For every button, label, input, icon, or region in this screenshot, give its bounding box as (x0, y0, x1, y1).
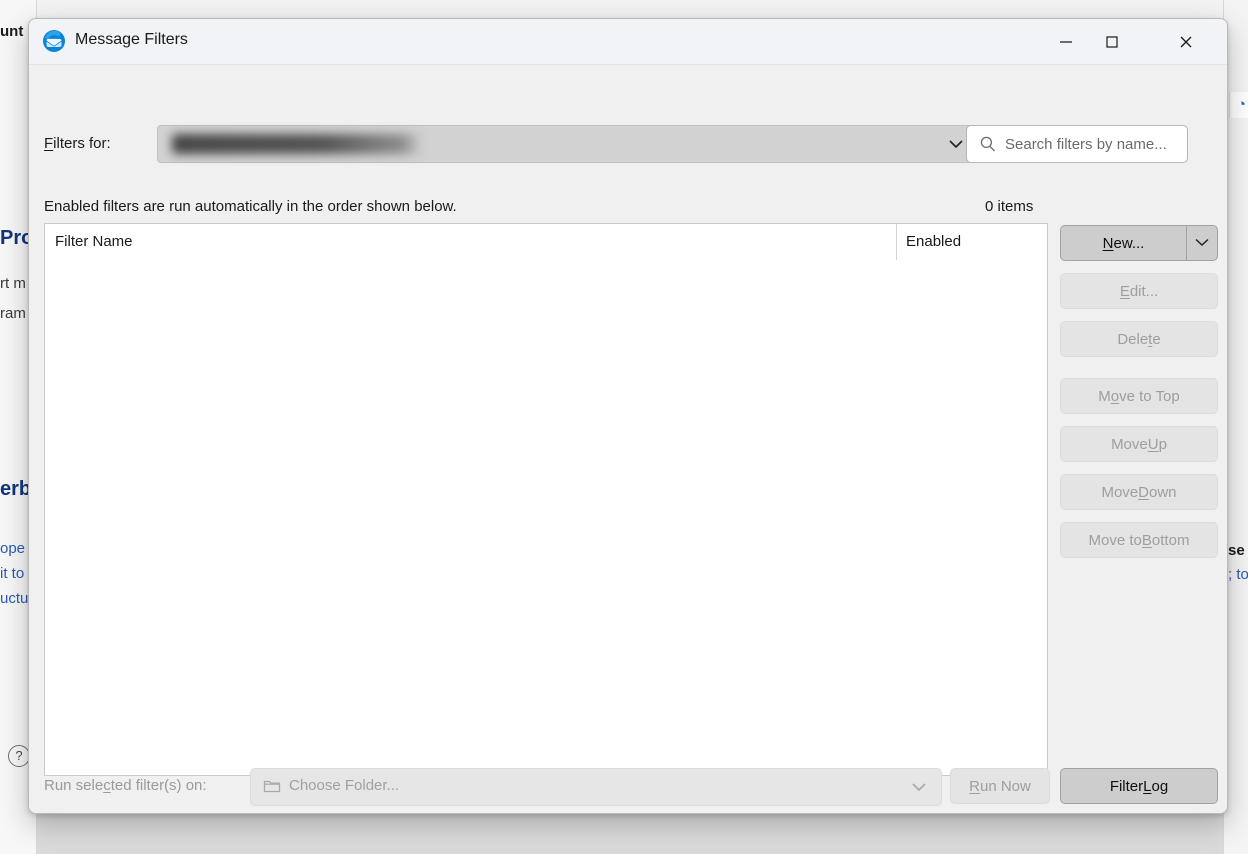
background-text-fragment: it to (0, 565, 25, 582)
filter-log-label-b: og (1151, 777, 1169, 795)
edit-button-label: dit... (1129, 282, 1159, 300)
new-filter-menu-button[interactable] (1186, 225, 1218, 261)
run-selected-filters-label: Run selected filter(s) on: (44, 777, 207, 794)
move-down-button[interactable]: Move Down (1060, 474, 1218, 510)
delete-button-label-a: Dele (1117, 330, 1149, 348)
chevron-down-icon (1193, 235, 1211, 252)
run-now-accesskey: R (969, 777, 980, 795)
move-top-accesskey: o (1110, 387, 1120, 405)
column-header-enabled[interactable]: Enabled (906, 233, 961, 250)
items-count-label: 0 items (985, 198, 1034, 215)
delete-button-label-b: e (1152, 330, 1161, 348)
background-text-fragment: rt m (0, 275, 26, 292)
filter-log-label-a: Filter (1109, 777, 1144, 795)
thunderbird-icon (42, 29, 66, 53)
chevron-down-icon (909, 780, 929, 799)
delete-filter-button[interactable]: Dele t e (1060, 321, 1218, 357)
move-bottom-label-b: ottom (1151, 531, 1190, 549)
background-text-fragment: ; to (1228, 566, 1248, 583)
move-down-label-a: Move (1101, 483, 1139, 501)
run-now-button[interactable]: Run Now (950, 768, 1050, 804)
search-icon (979, 135, 997, 158)
filters-for-label: Filters for: (44, 135, 111, 152)
filters-for-label-rest: ilters for: (53, 135, 111, 152)
background-text-fragment: unt (0, 23, 24, 40)
filter-log-button[interactable]: Filter Log (1060, 768, 1218, 804)
choose-folder-placeholder: Choose Folder... (289, 777, 400, 794)
run-label-b: ted filter(s) on: (110, 777, 207, 794)
filters-list[interactable]: Filter Name Enabled (44, 223, 1048, 776)
background-chip-glyph-icon: ◔ (1236, 96, 1246, 113)
edit-filter-button[interactable]: Edit... (1060, 273, 1218, 309)
minimize-button[interactable] (1043, 19, 1089, 64)
move-to-bottom-button[interactable]: Move to Bottom (1060, 522, 1218, 558)
background-text-fragment: uctu (0, 590, 29, 607)
help-circle-icon[interactable]: ? (8, 745, 30, 767)
window-title: Message Filters (75, 31, 188, 48)
account-name-redacted (172, 134, 422, 154)
maximize-button[interactable] (1089, 19, 1135, 64)
order-hint-text: Enabled filters are run automatically in… (44, 198, 457, 215)
folder-icon (263, 778, 281, 799)
new-button-accesskey: N (1102, 234, 1114, 252)
move-down-accesskey: D (1138, 483, 1149, 501)
new-button-label: ew... (1113, 234, 1145, 252)
filters-list-header: Filter Name Enabled (45, 224, 1047, 270)
move-down-label-b: own (1149, 483, 1177, 501)
background-text-fragment: se (1228, 542, 1245, 559)
run-now-label: un Now (979, 777, 1031, 795)
filters-list-body[interactable] (45, 260, 1047, 775)
run-label-a: Run sele (44, 777, 104, 794)
move-up-label-a: Move (1111, 435, 1148, 453)
titlebar: Message Filters (29, 19, 1227, 65)
account-dropdown[interactable] (157, 125, 979, 163)
close-button[interactable] (1163, 19, 1209, 64)
column-header-filter-name[interactable]: Filter Name (55, 233, 133, 250)
message-filters-dialog: Message Filters Filters for: Enabled (28, 18, 1228, 814)
search-input[interactable] (1003, 126, 1179, 162)
background-text-fragment: ope (0, 540, 26, 557)
move-top-label-b: ve to Top (1119, 387, 1180, 405)
move-bottom-label-a: Move to (1088, 531, 1142, 549)
background-text-fragment: ram (0, 305, 26, 322)
choose-folder-dropdown[interactable]: Choose Folder... (250, 768, 942, 806)
run-label-accesskey: c (103, 777, 111, 794)
search-filters-box[interactable] (966, 125, 1188, 163)
move-top-label-a: M (1098, 387, 1111, 405)
dialog-body: Filters for: Enabled filters are run aut… (29, 65, 1227, 813)
chevron-down-icon (946, 137, 966, 156)
move-up-accesskey: U (1147, 435, 1159, 453)
move-up-button[interactable]: Move Up (1060, 426, 1218, 462)
filter-log-accesskey: L (1143, 777, 1152, 795)
edit-button-accesskey: E (1119, 282, 1130, 300)
filters-for-accesskey: F (44, 135, 54, 152)
move-to-top-button[interactable]: Mo ve to Top (1060, 378, 1218, 414)
move-up-label-b: p (1158, 435, 1167, 453)
new-filter-button[interactable]: New... (1060, 225, 1186, 261)
move-bottom-accesskey: B (1141, 531, 1152, 549)
